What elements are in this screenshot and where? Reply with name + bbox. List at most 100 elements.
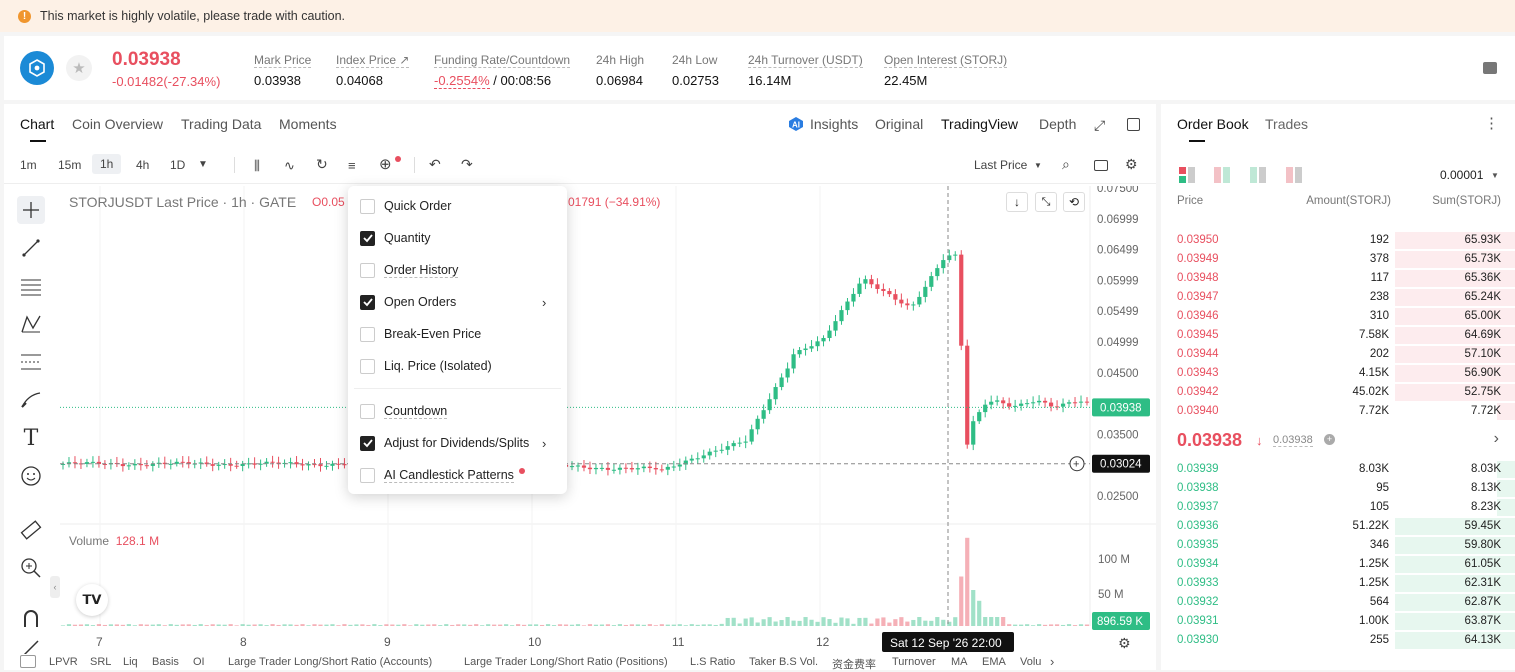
checkbox-checked[interactable] xyxy=(360,435,375,451)
bid-row[interactable]: 0.03935 346 59.80K xyxy=(1161,536,1515,555)
book-view-asks-icon[interactable] xyxy=(1286,167,1302,188)
bid-row[interactable]: 0.03937 105 8.23K xyxy=(1161,498,1515,517)
indicator-tab[interactable]: L.S Ratio xyxy=(690,656,735,668)
bid-row[interactable]: 0.03930 255 64.13K xyxy=(1161,631,1515,650)
price-source-select[interactable]: Last Price xyxy=(974,158,1027,172)
add-overlay-icon[interactable]: ⊕ xyxy=(379,155,392,173)
checkbox[interactable] xyxy=(360,326,375,342)
menu-countdown[interactable]: Countdown xyxy=(360,401,448,421)
menu-break-even[interactable]: Break-Even Price xyxy=(360,324,481,344)
text-tool-icon[interactable]: T xyxy=(17,424,45,452)
indicator-tab[interactable]: Liq xyxy=(123,656,138,668)
bid-row[interactable]: 0.03939 8.03K 8.03K xyxy=(1161,460,1515,479)
reset-view-icon[interactable]: ⟲ xyxy=(1063,192,1085,212)
horizontal-lines-icon[interactable] xyxy=(17,272,45,300)
interval-dropdown-icon[interactable]: ▼ xyxy=(198,159,208,170)
camera-icon[interactable] xyxy=(1094,160,1108,171)
redo-icon[interactable]: ↷ xyxy=(461,156,473,173)
pattern-icon[interactable] xyxy=(17,310,45,338)
chevron-down-icon[interactable]: ▼ xyxy=(1491,171,1499,180)
indicator-tab[interactable]: Volu xyxy=(1020,656,1041,668)
magnet-icon[interactable] xyxy=(17,604,45,632)
menu-adjust-dividends[interactable]: Adjust for Dividends/Splits › xyxy=(360,433,546,453)
menu-ai-patterns[interactable]: AI Candlestick Patterns xyxy=(360,465,525,485)
trend-line-icon[interactable] xyxy=(17,234,45,262)
window-icon[interactable] xyxy=(1127,118,1140,131)
indicator-tab[interactable]: Large Trader Long/Short Ratio (Accounts) xyxy=(228,656,432,668)
menu-order-history[interactable]: Order History xyxy=(360,260,459,280)
ask-row[interactable]: 0.03940 7.72K 7.72K xyxy=(1161,402,1515,421)
view-depth[interactable]: Depth xyxy=(1039,116,1076,132)
fullscreen-icon[interactable]: ⤢ xyxy=(1094,117,1105,134)
bid-row[interactable]: 0.03931 1.00K 63.87K xyxy=(1161,612,1515,631)
ask-row[interactable]: 0.03948 117 65.36K xyxy=(1161,269,1515,288)
book-view-bids-icon[interactable] xyxy=(1250,167,1266,188)
indicator-tab[interactable]: Taker B.S Vol. xyxy=(749,656,818,668)
bid-row[interactable]: 0.03938 95 8.13K xyxy=(1161,479,1515,498)
book-view-mixed-icon[interactable] xyxy=(1214,167,1230,188)
more-options-icon[interactable]: ⋮ xyxy=(1484,114,1499,132)
ask-row[interactable]: 0.03950 192 65.93K xyxy=(1161,231,1515,250)
checkbox-checked[interactable] xyxy=(360,230,375,246)
view-tradingview[interactable]: TradingView xyxy=(941,116,1018,132)
tab-trading-data[interactable]: Trading Data xyxy=(181,116,261,132)
index-price-stat[interactable]: Index Price ↗ 0.04068 xyxy=(336,51,410,88)
brush-icon[interactable] xyxy=(17,386,45,414)
interval-1h[interactable]: 1h xyxy=(92,154,122,174)
tab-trades[interactable]: Trades xyxy=(1265,116,1308,132)
ask-row[interactable]: 0.03946 310 65.00K xyxy=(1161,307,1515,326)
menu-quick-order[interactable]: Quick Order xyxy=(360,196,451,216)
interval-15m[interactable]: 15m xyxy=(58,158,81,172)
menu-liq-price[interactable]: Liq. Price (Isolated) xyxy=(360,356,492,376)
tab-coin-overview[interactable]: Coin Overview xyxy=(72,116,163,132)
templates-icon[interactable]: ≡ xyxy=(348,158,356,173)
undo-icon[interactable]: ↶ xyxy=(429,156,441,173)
replay-icon[interactable]: ↻ xyxy=(316,156,328,173)
tradingview-logo-icon[interactable]: 𝗧𝗩 xyxy=(76,584,108,616)
precision-select[interactable]: 0.00001 xyxy=(1440,168,1483,182)
menu-quantity[interactable]: Quantity xyxy=(360,228,431,248)
fib-icon[interactable] xyxy=(17,348,45,376)
bid-row[interactable]: 0.03936 51.22K 59.45K xyxy=(1161,517,1515,536)
interval-1m[interactable]: 1m xyxy=(20,158,37,172)
indicator-tab[interactable]: SRL xyxy=(90,656,111,668)
crosshair-icon[interactable] xyxy=(17,196,45,224)
tab-chart[interactable]: Chart xyxy=(20,116,54,142)
candlestick-chart[interactable]: 0.07500 0.06999 0.06499 0.05999 0.05499 0.049… xyxy=(60,186,1156,658)
indicator-tab[interactable]: EMA xyxy=(982,656,1006,668)
tab-order-book[interactable]: Order Book xyxy=(1177,116,1249,132)
menu-open-orders[interactable]: Open Orders › xyxy=(360,292,546,312)
index-price-label[interactable]: Index Price ↗ xyxy=(336,53,410,68)
candle-type-icon[interactable]: ⫼ xyxy=(254,158,260,174)
scroll-latest-icon[interactable]: ↓ xyxy=(1006,192,1028,212)
checkbox[interactable] xyxy=(360,358,375,374)
chevron-right-icon[interactable]: › xyxy=(542,295,546,310)
book-icon[interactable] xyxy=(1483,62,1497,74)
indicator-tab[interactable]: OI xyxy=(193,656,205,668)
chevron-down-icon[interactable]: ▼ xyxy=(1034,161,1042,170)
ask-row[interactable]: 0.03943 4.15K 56.90K xyxy=(1161,364,1515,383)
zoom-in-icon[interactable] xyxy=(17,554,45,582)
ask-row[interactable]: 0.03942 45.02K 52.75K xyxy=(1161,383,1515,402)
ask-row[interactable]: 0.03945 7.58K 64.69K xyxy=(1161,326,1515,345)
interval-1d[interactable]: 1D xyxy=(170,158,185,172)
collapse-tools-icon[interactable]: ‹ xyxy=(50,576,60,598)
ask-row[interactable]: 0.03944 202 57.10K xyxy=(1161,345,1515,364)
ask-row[interactable]: 0.03949 378 65.73K xyxy=(1161,250,1515,269)
interval-4h[interactable]: 4h xyxy=(136,158,149,172)
ruler-icon[interactable] xyxy=(17,516,45,544)
favorite-star-icon[interactable]: ★ xyxy=(66,55,92,81)
indicator-tab[interactable]: Basis xyxy=(152,656,179,668)
chevron-right-icon[interactable]: › xyxy=(542,436,546,451)
bid-row[interactable]: 0.03932 564 62.87K xyxy=(1161,593,1515,612)
indicator-tab[interactable]: MA xyxy=(951,656,968,668)
tab-moments[interactable]: Moments xyxy=(279,116,337,132)
view-insights[interactable]: Insights xyxy=(810,116,858,132)
chevron-right-icon[interactable]: › xyxy=(1050,654,1054,669)
chevron-right-icon[interactable]: › xyxy=(1494,430,1499,448)
plus-icon[interactable]: + xyxy=(1324,434,1335,445)
checkbox[interactable] xyxy=(360,403,375,419)
indicator-tab[interactable]: LPVR xyxy=(49,656,78,668)
checkbox-checked[interactable] xyxy=(360,294,375,310)
indicator-tab[interactable]: Large Trader Long/Short Ratio (Positions… xyxy=(464,656,668,668)
